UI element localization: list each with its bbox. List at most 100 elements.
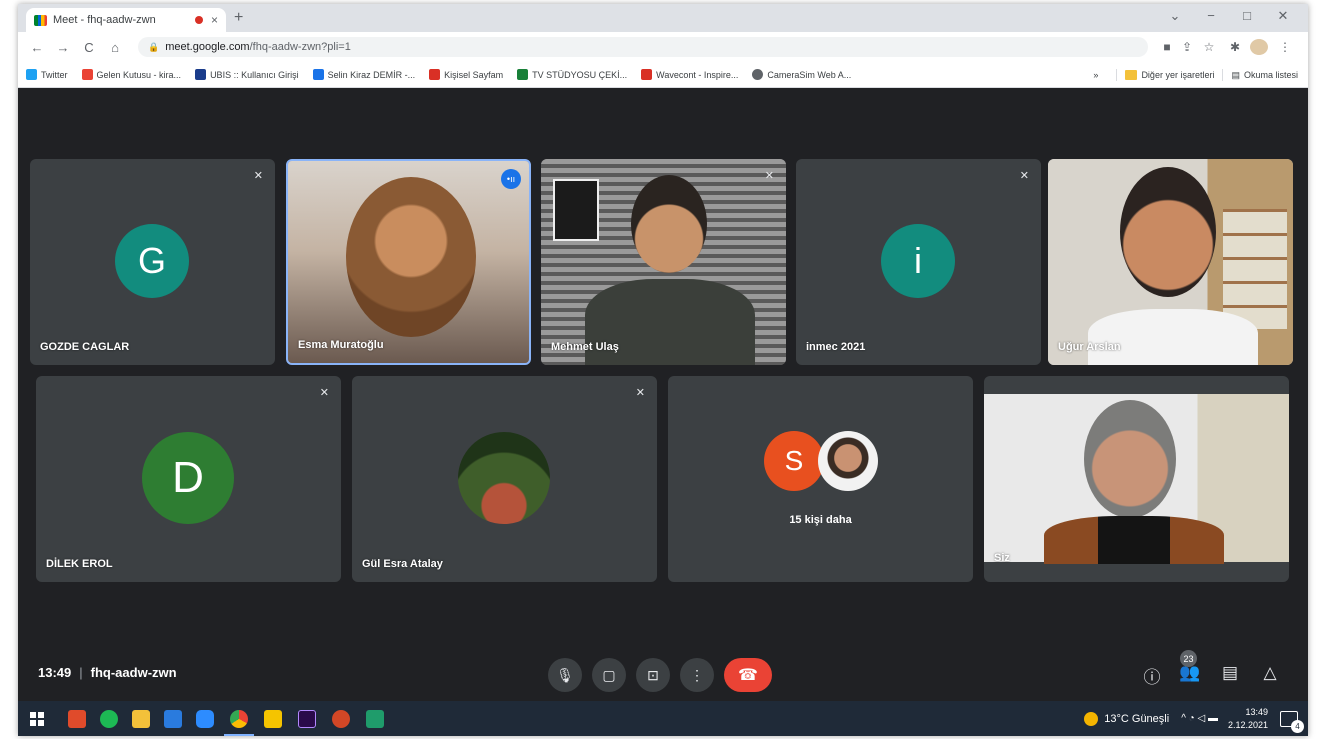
checkmark-icon — [429, 69, 441, 80]
zoom-icon[interactable] — [196, 710, 214, 728]
bookmark-item[interactable]: Selin Kiraz DEMİR -... — [312, 69, 416, 80]
camera-button[interactable]: ▢ — [592, 658, 626, 692]
avatar: D — [142, 432, 234, 524]
participant-figure — [631, 175, 707, 273]
mic-off-icon: ✕ — [635, 387, 645, 399]
bookmark-item[interactable]: CameraSim Web A... — [752, 69, 851, 80]
premiere-icon[interactable] — [298, 710, 316, 728]
participant-tile[interactable]: Uğur Arslan — [1048, 159, 1293, 365]
windows-taskbar: 13°C Güneşli ^ ◔ ◁ ▬ 13:49 2.12.2021 4 — [18, 701, 1308, 736]
microphone-button[interactable]: 🎙 — [548, 658, 582, 692]
app-icon[interactable] — [68, 710, 86, 728]
meeting-info: 13:49 | fhq-aadw-zwn — [38, 665, 177, 680]
bookmark-label: CameraSim Web A... — [767, 69, 852, 80]
maximize-button[interactable]: □ — [1236, 8, 1258, 23]
notification-center-icon[interactable]: 4 — [1280, 710, 1304, 733]
bookmark-item[interactable]: Kişisel Sayfam — [429, 69, 503, 80]
participant-tile[interactable]: ✕ Mehmet Ulaş — [541, 159, 786, 365]
bookmark-item[interactable]: UBIS :: Kullanıcı Girişi — [195, 69, 299, 80]
back-button[interactable]: ← — [26, 40, 48, 55]
close-window-button[interactable]: ✕ — [1272, 8, 1294, 24]
divider: | — [79, 665, 83, 680]
participant-name: GOZDE CAGLAR — [40, 341, 130, 353]
more-bookmarks-button[interactable]: » — [1093, 70, 1098, 80]
reload-button[interactable]: C — [78, 40, 100, 55]
folder-icon — [1125, 70, 1138, 80]
leave-call-button[interactable]: ☎ — [724, 658, 772, 692]
bookmark-item[interactable]: TV STÜDYOSU ÇEKİ... — [517, 69, 627, 80]
present-button[interactable]: ⊡ — [636, 658, 670, 692]
forward-button[interactable]: → — [52, 40, 74, 55]
chrome-icon[interactable] — [224, 710, 254, 736]
participant-figure — [1084, 400, 1176, 518]
minimize-button[interactable]: − — [1200, 8, 1222, 23]
tab-meet[interactable]: Meet - fhq-aadw-zwn × — [26, 8, 226, 32]
reading-list-icon: ▤ — [1231, 69, 1240, 80]
app-icon[interactable] — [264, 710, 282, 728]
participant-name: DİLEK EROL — [46, 558, 113, 570]
meet-favicon-icon — [34, 14, 47, 26]
clock-time: 13:49 — [1245, 706, 1268, 717]
avatar: i — [881, 224, 955, 298]
weather-text[interactable]: 13°C Güneşli — [1104, 713, 1169, 725]
participant-avatar-photo — [818, 431, 878, 491]
activities-icon[interactable]: △ — [1258, 663, 1282, 687]
tab-title: Meet - fhq-aadw-zwn — [53, 14, 156, 26]
participant-tile[interactable]: D ✕ DİLEK EROL — [36, 376, 341, 582]
hang-up-icon: ☎ — [738, 667, 758, 684]
more-participants-tile[interactable]: S 15 kişi daha — [668, 376, 973, 582]
mic-off-icon: ✕ — [1019, 170, 1029, 182]
chat-icon[interactable]: ▤ — [1218, 663, 1242, 687]
notification-count: 4 — [1291, 719, 1304, 733]
bookmark-star-icon[interactable]: ☆ — [1200, 40, 1218, 54]
more-options-button[interactable]: ⋮ — [680, 658, 714, 692]
powerpoint-icon[interactable] — [332, 710, 350, 728]
tab-close-icon[interactable]: × — [211, 13, 218, 27]
new-tab-button[interactable]: + — [234, 9, 243, 27]
windows-start-icon[interactable] — [30, 712, 44, 726]
bookmark-item[interactable]: Gelen Kutusu - kira... — [81, 69, 181, 80]
url-host: meet.google.com — [165, 41, 250, 53]
share-icon[interactable]: ⇪ — [1178, 40, 1196, 54]
participant-tile[interactable]: ✕ Gül Esra Atalay — [352, 376, 657, 582]
mail-icon[interactable] — [164, 710, 182, 728]
browser-toolbar: ← → C ⌂ 🔒 meet.google.com /fhq-aadw-zwn?… — [18, 32, 1308, 62]
meeting-details-icon[interactable]: ⓘ — [1140, 663, 1164, 687]
wall-frame — [553, 179, 599, 241]
tray-icons[interactable]: ^ ◔ ◁ ▬ — [1181, 713, 1218, 724]
bookmark-label: UBIS :: Kullanıcı Girişi — [210, 69, 299, 80]
camera-in-use-icon[interactable]: ■ — [1158, 40, 1176, 54]
mic-off-icon: ✕ — [253, 170, 263, 182]
self-tile[interactable]: Siz — [984, 376, 1289, 582]
app-icon[interactable] — [366, 710, 384, 728]
other-bookmarks[interactable]: Diğer yer işaretleri — [1141, 70, 1214, 80]
bookmark-label: Kişisel Sayfam — [444, 69, 504, 80]
participant-tile-speaking[interactable]: •ıı Esma Muratoğlu — [286, 159, 531, 365]
participant-count-badge: 23 — [1180, 650, 1197, 667]
spotify-icon[interactable] — [100, 710, 118, 728]
participant-name: Gül Esra Atalay — [362, 558, 443, 570]
menu-icon[interactable]: ⋮ — [1276, 40, 1294, 54]
mic-off-icon: ✕ — [319, 387, 329, 399]
bookmark-item[interactable]: Wavecont - Inspire... — [641, 69, 738, 80]
weather-sun-icon — [1084, 711, 1099, 726]
bookmark-label: Selin Kiraz DEMİR -... — [327, 69, 416, 80]
bookmark-label: TV STÜDYOSU ÇEKİ... — [532, 69, 628, 80]
recording-dot-icon — [194, 16, 203, 24]
bookmark-item[interactable]: Twitter — [26, 69, 68, 80]
reading-list[interactable]: Okuma listesi — [1244, 70, 1298, 80]
participant-name: inmec 2021 — [806, 341, 866, 353]
profile-avatar[interactable] — [1250, 39, 1268, 55]
participant-tile[interactable]: G ✕ GOZDE CAGLAR — [30, 159, 275, 365]
participant-body — [1044, 516, 1224, 564]
clock[interactable]: 13:49 2.12.2021 — [1228, 706, 1268, 732]
home-button[interactable]: ⌂ — [104, 40, 126, 55]
file-explorer-icon[interactable] — [132, 710, 150, 728]
bookmarks-bar: Twitter Gelen Kutusu - kira... UBIS :: K… — [18, 62, 1308, 88]
screen: Meet - fhq-aadw-zwn × + ⌄ − □ ✕ ← → C ⌂ … — [18, 4, 1308, 736]
participant-tile[interactable]: i ✕ inmec 2021 — [796, 159, 1041, 365]
bookmark-label: Wavecont - Inspire... — [656, 69, 739, 80]
extensions-icon[interactable]: ✱ — [1226, 40, 1244, 54]
tab-search-icon[interactable]: ⌄ — [1164, 8, 1186, 24]
address-bar[interactable]: 🔒 meet.google.com /fhq-aadw-zwn?pli=1 — [138, 37, 1148, 57]
